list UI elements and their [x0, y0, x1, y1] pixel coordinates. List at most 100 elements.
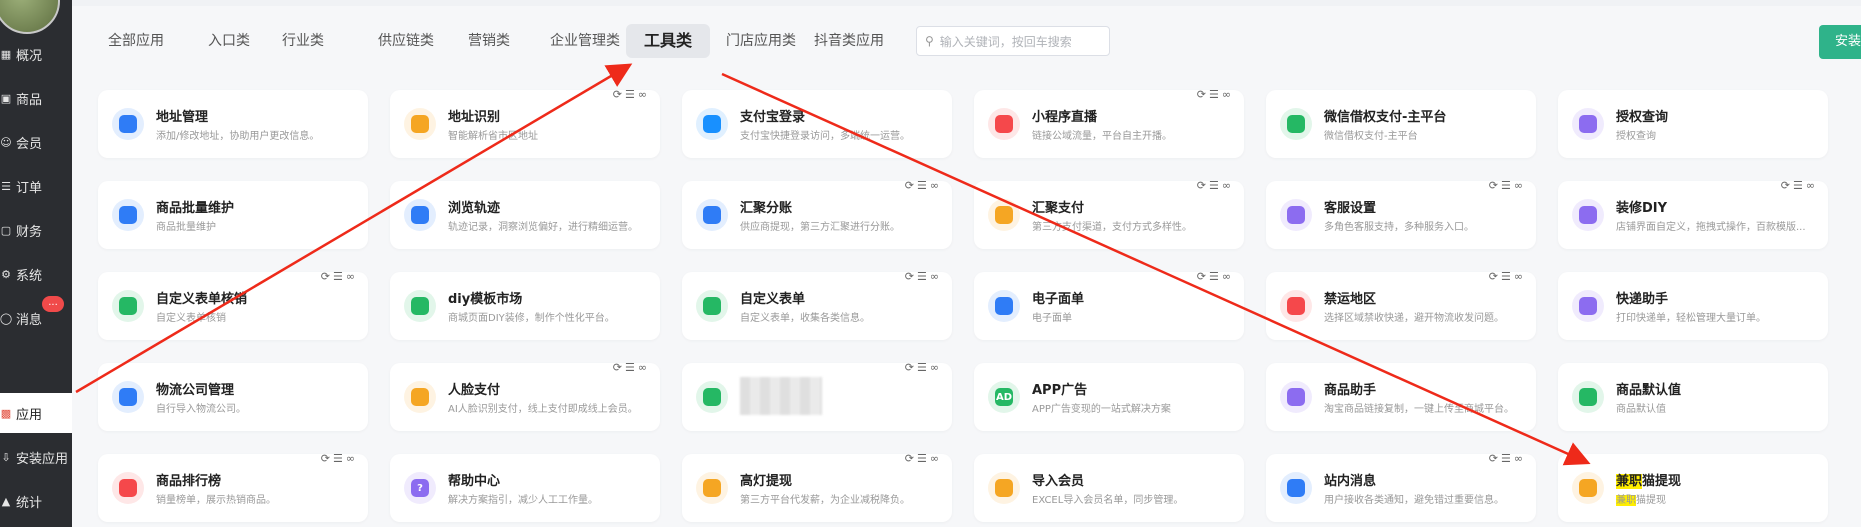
- app-card[interactable]: 商品默认值 商品默认值: [1558, 363, 1828, 431]
- tab-0[interactable]: 全部应用: [98, 24, 174, 58]
- avatar[interactable]: [0, 0, 60, 34]
- card-actions[interactable]: ⟳☰∞: [1489, 270, 1526, 283]
- sync-icon[interactable]: ⟳: [905, 179, 917, 192]
- sync-icon[interactable]: ⟳: [905, 361, 917, 374]
- sync-icon[interactable]: ⟳: [1197, 270, 1209, 283]
- list-icon[interactable]: ☰: [1501, 270, 1514, 283]
- sync-icon[interactable]: ⟳: [1197, 88, 1209, 101]
- list-icon[interactable]: ☰: [333, 270, 346, 283]
- app-card[interactable]: 禁运地区 选择区域禁收快递，避开物流收发问题。 ⟳☰∞: [1266, 270, 1536, 340]
- app-card[interactable]: 浏览轨迹 轨迹记录，洞察浏览偏好，进行精细运营。: [390, 181, 660, 249]
- link-icon[interactable]: ∞: [930, 361, 942, 374]
- app-card[interactable]: 快递助手 打印快递单，轻松管理大量订单。: [1558, 272, 1828, 340]
- app-card[interactable]: 兼职猫提现 兼职猫提现: [1558, 454, 1828, 522]
- app-card[interactable]: ⟳☰∞: [682, 361, 952, 431]
- sync-icon[interactable]: ⟳: [1197, 179, 1209, 192]
- app-card[interactable]: ? 帮助中心 解决方案指引，减少人工工作量。: [390, 454, 660, 522]
- link-icon[interactable]: ∞: [930, 452, 942, 465]
- sidebar-item-0[interactable]: ▦ 概况: [0, 34, 72, 74]
- sidebar-item-4[interactable]: ▢ 财务: [0, 210, 72, 250]
- link-icon[interactable]: ∞: [346, 270, 358, 283]
- app-card[interactable]: 物流公司管理 自行导入物流公司。: [98, 363, 368, 431]
- app-card[interactable]: 电子面单 电子面单 ⟳☰∞: [974, 270, 1244, 340]
- card-actions[interactable]: ⟳☰∞: [905, 452, 942, 465]
- sidebar-item-1[interactable]: ▣ 商品: [0, 78, 72, 118]
- app-card[interactable]: 商品排行榜 销量榜单，展示热销商品。 ⟳☰∞: [98, 452, 368, 522]
- sync-icon[interactable]: ⟳: [1489, 270, 1501, 283]
- sync-icon[interactable]: ⟳: [905, 270, 917, 283]
- list-icon[interactable]: ☰: [917, 179, 930, 192]
- list-icon[interactable]: ☰: [917, 361, 930, 374]
- list-icon[interactable]: ☰: [917, 270, 930, 283]
- list-icon[interactable]: ☰: [1501, 179, 1514, 192]
- app-card[interactable]: 自定义表单 自定义表单，收集各类信息。 ⟳☰∞: [682, 270, 952, 340]
- card-actions[interactable]: ⟳☰∞: [1489, 179, 1526, 192]
- list-icon[interactable]: ☰: [625, 88, 638, 101]
- card-actions[interactable]: ⟳☰∞: [321, 452, 358, 465]
- sync-icon[interactable]: ⟳: [905, 452, 917, 465]
- sidebar-item-2[interactable]: ☺ 会员: [0, 122, 72, 162]
- list-icon[interactable]: ☰: [1209, 179, 1222, 192]
- sync-icon[interactable]: ⟳: [1781, 179, 1793, 192]
- link-icon[interactable]: ∞: [638, 88, 650, 101]
- sync-icon[interactable]: ⟳: [321, 270, 333, 283]
- link-icon[interactable]: ∞: [1222, 270, 1234, 283]
- app-card[interactable]: 授权查询 授权查询: [1558, 90, 1828, 158]
- card-actions[interactable]: ⟳☰∞: [613, 88, 650, 101]
- tab-5[interactable]: 企业管理类: [540, 24, 630, 58]
- link-icon[interactable]: ∞: [1514, 179, 1526, 192]
- app-card[interactable]: 商品批量维护 商品批量维护: [98, 181, 368, 249]
- sidebar-item-3[interactable]: ☰ 订单: [0, 166, 72, 206]
- list-icon[interactable]: ☰: [1209, 270, 1222, 283]
- sync-icon[interactable]: ⟳: [613, 88, 625, 101]
- link-icon[interactable]: ∞: [638, 361, 650, 374]
- link-icon[interactable]: ∞: [1514, 270, 1526, 283]
- tab-4[interactable]: 营销类: [458, 24, 520, 58]
- sidebar-item-5[interactable]: ⚙ 系统: [0, 254, 72, 294]
- tab-3[interactable]: 供应链类: [368, 24, 444, 58]
- card-actions[interactable]: ⟳☰∞: [1197, 88, 1234, 101]
- card-actions[interactable]: ⟳☰∞: [613, 361, 650, 374]
- link-icon[interactable]: ∞: [346, 452, 358, 465]
- app-card[interactable]: 地址管理 添加/修改地址，协助用户更改信息。: [98, 90, 368, 158]
- app-card[interactable]: 支付宝登录 支付宝快捷登录访问，多端统一运营。: [682, 90, 952, 158]
- app-card[interactable]: 装修DIY 店铺界面自定义，拖拽式操作，百款模版... ⟳☰∞: [1558, 179, 1828, 249]
- list-icon[interactable]: ☰: [625, 361, 638, 374]
- app-card[interactable]: 自定义表单核销 自定义表单核销 ⟳☰∞: [98, 270, 368, 340]
- card-actions[interactable]: ⟳☰∞: [1197, 270, 1234, 283]
- sidebar-item-9[interactable]: ▲ 统计: [0, 481, 72, 521]
- tab-8[interactable]: 抖音类应用: [804, 24, 894, 58]
- list-icon[interactable]: ☰: [1501, 452, 1514, 465]
- app-card[interactable]: 地址识别 智能解析省市区地址 ⟳☰∞: [390, 88, 660, 158]
- app-card[interactable]: 微信借权支付-主平台 微信借权支付-主平台: [1266, 90, 1536, 158]
- app-card[interactable]: diy模板市场 商城页面DIY装修，制作个性化平台。: [390, 272, 660, 340]
- card-actions[interactable]: ⟳☰∞: [905, 361, 942, 374]
- card-actions[interactable]: ⟳☰∞: [1489, 452, 1526, 465]
- app-card[interactable]: 汇聚分账 供应商提现，第三方汇聚进行分账。 ⟳☰∞: [682, 179, 952, 249]
- tab-6[interactable]: 工具类: [626, 24, 711, 58]
- app-card[interactable]: 客服设置 多角色客服支持，多种服务入口。 ⟳☰∞: [1266, 179, 1536, 249]
- link-icon[interactable]: ∞: [1806, 179, 1818, 192]
- tab-1[interactable]: 入口类: [198, 24, 260, 58]
- sidebar-item-7[interactable]: ▩ 应用: [0, 393, 72, 433]
- sync-icon[interactable]: ⟳: [321, 452, 333, 465]
- card-actions[interactable]: ⟳☰∞: [1781, 179, 1818, 192]
- card-actions[interactable]: ⟳☰∞: [321, 270, 358, 283]
- app-card[interactable]: AD APP广告 APP广告变现的一站式解决方案: [974, 363, 1244, 431]
- list-icon[interactable]: ☰: [917, 452, 930, 465]
- list-icon[interactable]: ☰: [1209, 88, 1222, 101]
- tab-7[interactable]: 门店应用类: [716, 24, 806, 58]
- install-app-button[interactable]: 安装应用: [1819, 25, 1861, 59]
- sync-icon[interactable]: ⟳: [613, 361, 625, 374]
- list-icon[interactable]: ☰: [333, 452, 346, 465]
- sync-icon[interactable]: ⟳: [1489, 452, 1501, 465]
- link-icon[interactable]: ∞: [1514, 452, 1526, 465]
- app-card[interactable]: 导入会员 EXCEL导入会员名单，同步管理。: [974, 454, 1244, 522]
- list-icon[interactable]: ☰: [1793, 179, 1806, 192]
- search-box[interactable]: ⚲ 输入关键词，按回车搜索: [916, 26, 1110, 56]
- app-card[interactable]: 商品助手 淘宝商品链接复制，一键上传至商城平台。: [1266, 363, 1536, 431]
- link-icon[interactable]: ∞: [1222, 88, 1234, 101]
- link-icon[interactable]: ∞: [1222, 179, 1234, 192]
- app-card[interactable]: 高灯提现 第三方平台代发薪，为企业减税降负。 ⟳☰∞: [682, 452, 952, 522]
- card-actions[interactable]: ⟳☰∞: [905, 270, 942, 283]
